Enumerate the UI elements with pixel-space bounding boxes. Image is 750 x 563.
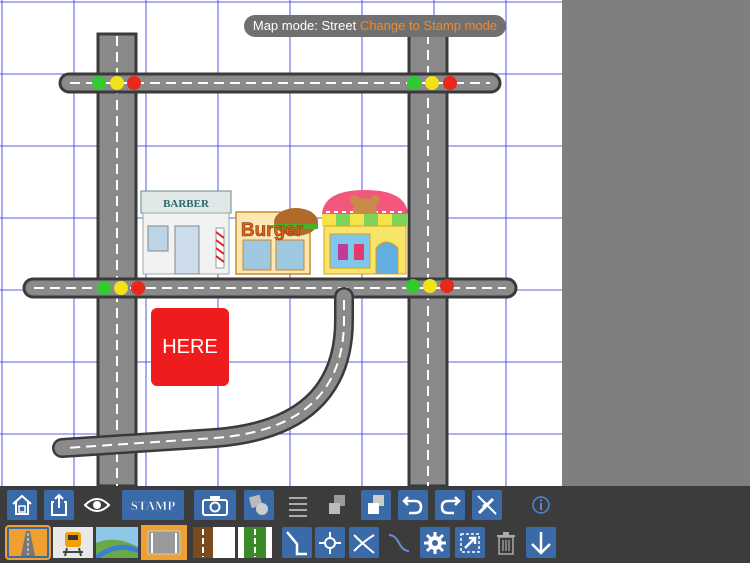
here-marker[interactable]: HERE — [151, 308, 229, 386]
layer-order-icon — [368, 495, 384, 514]
share-button[interactable] — [44, 490, 74, 520]
cross-icon — [353, 533, 375, 554]
connect-corner-tool[interactable] — [282, 527, 312, 558]
no-edit-button[interactable] — [472, 490, 502, 520]
road-icon — [9, 529, 47, 556]
view-button[interactable] — [80, 490, 114, 520]
traffic-light-top-right — [407, 76, 457, 90]
map-canvas[interactable]: BARBER Burger Map mode: Street Change to… — [0, 0, 562, 486]
shapes-icon — [248, 494, 268, 515]
toy-shop-stamp[interactable] — [322, 190, 408, 275]
list-button[interactable] — [283, 490, 313, 520]
arrow-down-icon — [531, 531, 551, 555]
delete-button[interactable] — [491, 527, 521, 558]
river-icon — [96, 527, 138, 558]
info-button[interactable] — [526, 490, 556, 520]
green-path-icon — [244, 527, 266, 558]
layers-button[interactable] — [322, 490, 352, 520]
node-point-tool[interactable] — [315, 527, 345, 558]
stamp-icon: STAMP — [130, 498, 176, 514]
home-icon — [12, 494, 32, 515]
barber-sign-text: BARBER — [163, 198, 210, 210]
traffic-light-mid-left — [97, 281, 145, 295]
redo-button[interactable] — [435, 490, 465, 520]
map-mode-bar: Map mode: Street Change to Stamp mode — [244, 15, 506, 37]
curve-tool[interactable] — [384, 527, 414, 558]
brown-path-icon — [193, 527, 213, 558]
street-tile-icon — [147, 530, 181, 555]
settings-button[interactable] — [420, 527, 450, 558]
bottom-toolbar: STAMP — [0, 486, 750, 563]
eye-icon — [83, 498, 111, 512]
stamp-label: STAMP — [131, 498, 176, 513]
change-mode-link[interactable]: Change to Stamp mode — [360, 18, 497, 33]
layers-icon — [329, 495, 345, 514]
curve-icon — [388, 533, 410, 552]
burger-shop-stamp[interactable]: Burger — [235, 208, 318, 275]
cross-tool[interactable] — [349, 527, 379, 558]
side-panel — [562, 0, 750, 486]
info-icon — [532, 496, 550, 514]
map-svg[interactable]: BARBER Burger — [0, 0, 562, 486]
move-down-button[interactable] — [526, 527, 556, 558]
camera-icon — [202, 496, 228, 516]
expand-icon — [460, 532, 480, 553]
camera-button[interactable] — [194, 490, 236, 520]
shapes-button[interactable] — [244, 490, 274, 520]
layer-order-button[interactable] — [361, 490, 391, 520]
trash-icon — [497, 531, 515, 555]
street-tile-tool[interactable] — [141, 525, 187, 560]
stamp-button[interactable]: STAMP — [122, 490, 184, 520]
train-tool[interactable] — [53, 527, 93, 558]
home-button[interactable] — [7, 490, 37, 520]
barber-shop-stamp[interactable]: BARBER — [140, 190, 232, 275]
river-tool[interactable] — [96, 527, 138, 558]
undo-icon — [402, 496, 423, 515]
gear-icon — [424, 531, 446, 554]
list-icon — [289, 497, 307, 517]
green-path-tool[interactable] — [238, 527, 272, 558]
no-edit-icon — [477, 495, 497, 515]
burger-sign-text: Burger — [241, 220, 304, 241]
map-mode-status: Map mode: Street — [252, 18, 357, 33]
undo-button[interactable] — [398, 490, 428, 520]
road-tool[interactable] — [5, 525, 51, 560]
traffic-light-top-left — [92, 76, 141, 90]
train-icon — [63, 531, 83, 556]
share-icon — [51, 493, 67, 516]
brown-path-tool[interactable] — [193, 527, 235, 558]
expand-button[interactable] — [455, 527, 485, 558]
node-point-icon — [319, 531, 341, 554]
connect-corner-icon — [286, 530, 307, 555]
traffic-light-mid-right — [406, 279, 454, 293]
redo-icon — [440, 496, 461, 515]
